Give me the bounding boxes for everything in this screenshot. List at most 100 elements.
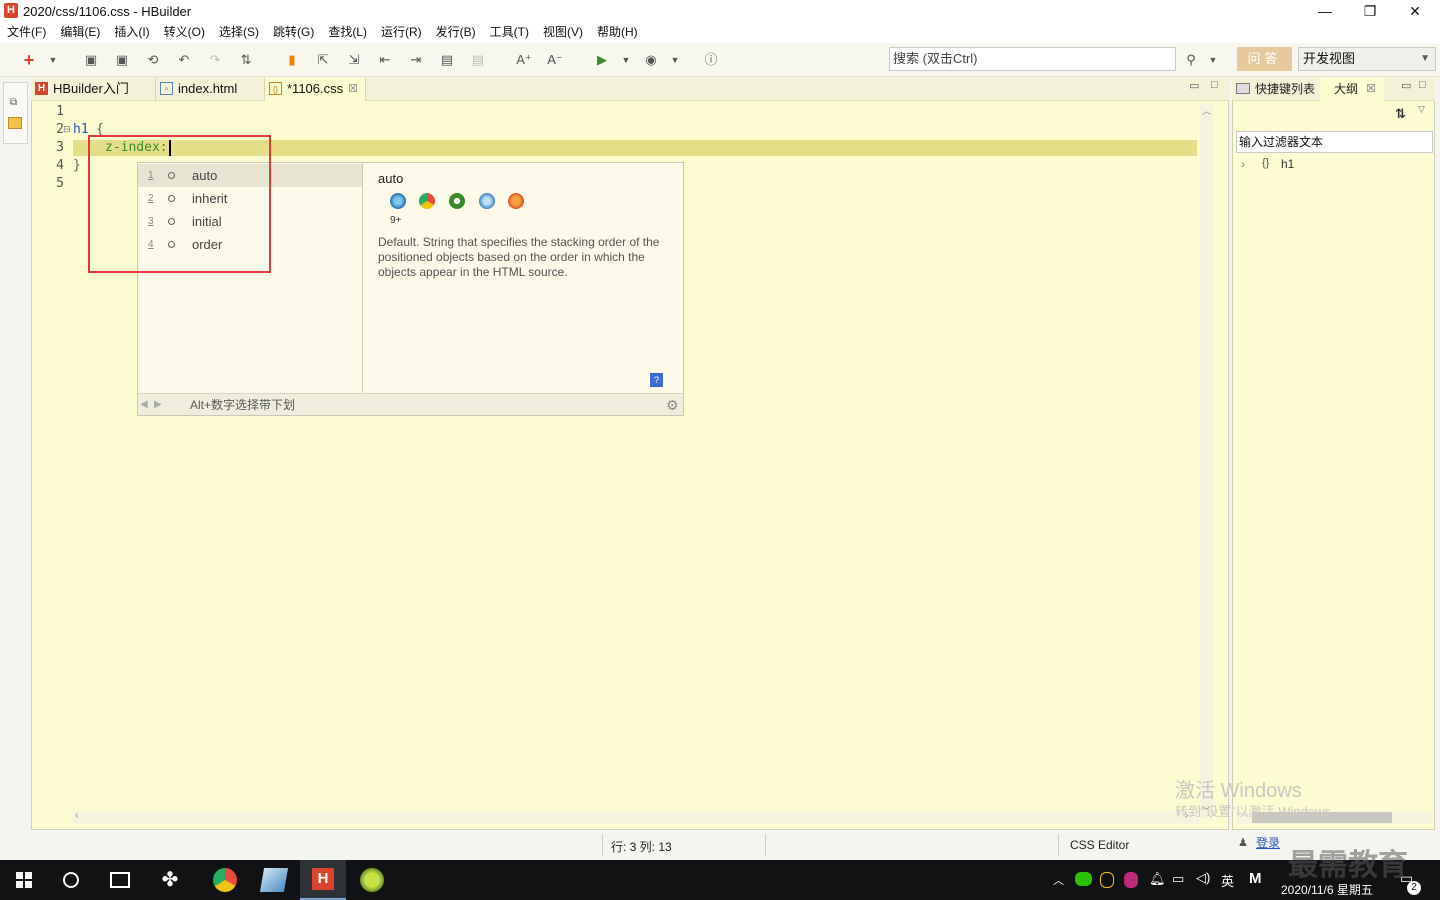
outdent-icon[interactable]: ⇤	[377, 52, 393, 68]
menu-tools[interactable]: 工具(T)	[490, 22, 529, 43]
status-divider	[1058, 834, 1059, 856]
notification-bell-icon[interactable]: 🔔︎	[1149, 871, 1166, 887]
app-ball-icon[interactable]	[360, 868, 384, 892]
help-book-icon[interactable]: ?	[650, 373, 663, 387]
font-increase-icon[interactable]: A⁺	[516, 52, 532, 68]
chevron-down-icon[interactable]: ▼	[45, 52, 61, 68]
tab-shortcuts[interactable]: 快捷键列表	[1255, 77, 1315, 101]
network-icon[interactable]: ▭	[1172, 871, 1184, 887]
prev-arrow-icon[interactable]: ◀	[140, 394, 148, 416]
tab-close-icon[interactable]: ☒	[348, 77, 358, 101]
run-icon[interactable]: ▶	[594, 52, 610, 68]
css-rule-icon: {}	[1262, 157, 1270, 169]
indent-icon[interactable]: ⇥	[408, 52, 424, 68]
run-dropdown-icon[interactable]: ▼	[618, 52, 634, 68]
next-bookmark-icon[interactable]: ⇲	[346, 52, 362, 68]
chrome-icon[interactable]	[213, 868, 237, 892]
bookmark-icon[interactable]: ▮	[284, 52, 300, 68]
menu-help[interactable]: 帮助(H)	[597, 22, 638, 43]
new-file-icon[interactable]: +	[21, 51, 37, 69]
login-link[interactable]: 登录	[1256, 834, 1280, 851]
menu-publish[interactable]: 发行(B)	[436, 22, 476, 43]
view-select[interactable]: 开发视图 ▼	[1298, 47, 1436, 71]
horizontal-scrollbar[interactable]: ‹ ›	[73, 810, 1199, 824]
tab-index-html[interactable]: ▫ index.html	[156, 77, 265, 101]
maximize-view-icon[interactable]: □	[1419, 79, 1426, 91]
vertical-scrollbar[interactable]: ︿ ﹀	[1200, 104, 1213, 819]
qq-color-icon[interactable]	[1124, 872, 1138, 888]
menu-view[interactable]: 视图(V)	[543, 22, 583, 43]
project-explorer-icon[interactable]	[8, 117, 22, 129]
restore-view-icon[interactable]: ⧉	[10, 97, 17, 108]
tab-label: index.html	[178, 81, 238, 96]
scroll-up-icon[interactable]: ︿	[1202, 104, 1211, 117]
wechat-icon[interactable]	[1075, 872, 1092, 886]
uncomment-icon[interactable]: ▤	[470, 52, 486, 68]
chevron-up-icon[interactable]: ︿	[1053, 872, 1064, 888]
qq-icon[interactable]	[1100, 872, 1114, 888]
format-icon[interactable]: ⇅	[238, 52, 254, 68]
search-circle-icon[interactable]	[63, 872, 79, 888]
app-icon[interactable]: ✤	[158, 868, 182, 892]
line-number: 4	[56, 158, 64, 173]
windows-start-icon[interactable]	[16, 872, 32, 888]
search-icon[interactable]: ⚲	[1183, 52, 1199, 68]
menu-find[interactable]: 查找(L)	[328, 22, 367, 43]
menu-edit[interactable]: 编辑(E)	[60, 22, 100, 43]
task-view-icon[interactable]	[110, 872, 130, 888]
menu-select[interactable]: 选择(S)	[219, 22, 259, 43]
info-icon[interactable]: ⓘ	[703, 52, 719, 68]
menu-goto[interactable]: 跳转(G)	[273, 22, 314, 43]
tab-label: HBuilder入门	[53, 81, 129, 96]
minimize-view-icon[interactable]: ▭	[1189, 79, 1199, 92]
qa-button[interactable]: 问答	[1237, 47, 1292, 71]
css-file-icon: {}	[269, 82, 282, 95]
sort-icon[interactable]: ⇅	[1395, 106, 1406, 122]
preview-dropdown-icon[interactable]: ▼	[667, 52, 683, 68]
menu-insert[interactable]: 插入(I)	[114, 22, 149, 43]
scroll-left-icon[interactable]: ‹	[75, 810, 78, 821]
close-button[interactable]: ✕	[1392, 0, 1438, 22]
notepad-icon[interactable]	[259, 868, 289, 892]
fold-icon[interactable]: ⊟	[63, 124, 71, 135]
outline-item-h1[interactable]: h1	[1281, 157, 1294, 171]
menu-run[interactable]: 运行(R)	[381, 22, 422, 43]
redo-icon[interactable]: ↷	[207, 52, 223, 68]
close-brace: }	[73, 158, 81, 173]
ime-m-icon[interactable]: M	[1249, 870, 1262, 887]
minimize-view-icon[interactable]: ▭	[1401, 79, 1411, 92]
expand-icon[interactable]: ›	[1241, 157, 1245, 171]
ime-indicator[interactable]: 英	[1221, 871, 1234, 890]
editor-tab-bar: H HBuilder入门 ▫ index.html {} *1106.css ☒…	[31, 77, 1229, 101]
restore-button[interactable]: ❐	[1347, 0, 1393, 22]
browser-preview-icon[interactable]: ◉	[643, 52, 659, 68]
search-dropdown-icon[interactable]: ▼	[1205, 52, 1221, 68]
safari-icon	[479, 193, 495, 209]
save-all-icon[interactable]: ▣	[114, 52, 130, 68]
minimize-button[interactable]: —	[1302, 0, 1348, 22]
gear-icon[interactable]: ⚙	[666, 394, 679, 416]
next-arrow-icon[interactable]: ▶	[154, 394, 162, 416]
tab-label: 大纲	[1334, 82, 1359, 96]
taskbar-hbuilder-active[interactable]: H	[300, 860, 346, 900]
filter-input[interactable]: 输入过滤器文本	[1236, 131, 1433, 153]
maximize-view-icon[interactable]: □	[1211, 79, 1218, 91]
tab-1106-css[interactable]: {} *1106.css ☒	[265, 77, 366, 101]
line-number: 5	[56, 176, 64, 191]
revert-icon[interactable]: ⟲	[145, 52, 161, 68]
autocomplete-footer: ◀ ▶ Alt+数字选择带下划 ⚙	[138, 393, 683, 415]
tab-close-icon[interactable]: ☒	[1366, 77, 1376, 101]
search-input[interactable]: 搜索 (双击Ctrl)	[889, 47, 1176, 71]
tab-hbuilder-intro[interactable]: H HBuilder入门	[31, 77, 156, 101]
view-menu-icon[interactable]: ▽	[1418, 104, 1425, 115]
menu-escape[interactable]: 转义(O)	[164, 22, 205, 43]
save-icon[interactable]: ▣	[83, 52, 99, 68]
menu-file[interactable]: 文件(F)	[7, 22, 46, 43]
font-decrease-icon[interactable]: A⁻	[547, 52, 563, 68]
status-divider	[765, 834, 766, 856]
undo-icon[interactable]: ↶	[176, 52, 192, 68]
tab-outline[interactable]: 大纲 ☒	[1320, 77, 1384, 101]
volume-icon[interactable]: ◁)	[1196, 870, 1210, 886]
comment-icon[interactable]: ▤	[439, 52, 455, 68]
prev-bookmark-icon[interactable]: ⇱	[315, 52, 331, 68]
